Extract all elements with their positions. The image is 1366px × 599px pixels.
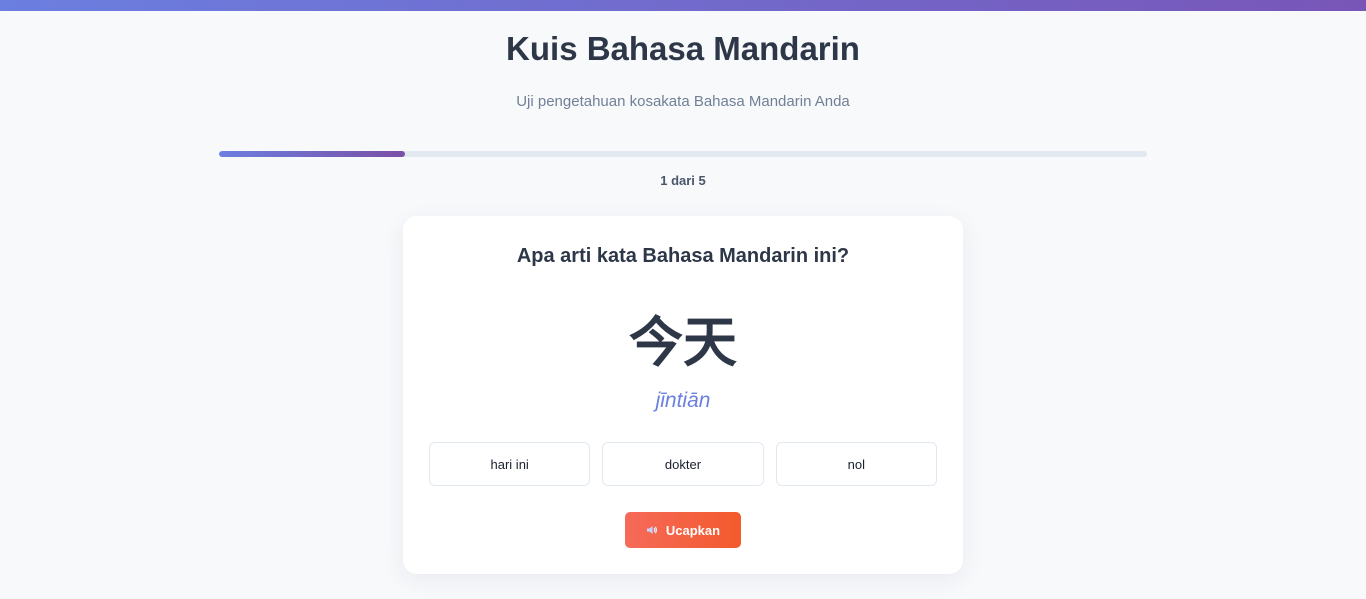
speak-button-label: Ucapkan	[665, 522, 721, 538]
progress-bar	[219, 151, 1147, 157]
answer-options: hari ini dokter nol	[429, 442, 937, 486]
pinyin-text: jīntiān	[655, 389, 711, 412]
answer-option[interactable]: hari ini	[429, 442, 591, 486]
speak-button[interactable]: Ucapkan	[625, 512, 741, 548]
page-subtitle: Uji pengetahuan kosakata Bahasa Mandarin…	[516, 93, 850, 110]
quiz-card: Apa arti kata Bahasa Mandarin ini? 今天 jī…	[403, 216, 963, 574]
progress-bar-fill	[219, 151, 405, 157]
question-text: Apa arti kata Bahasa Mandarin ini?	[516, 245, 850, 267]
hanzi-word: 今天	[629, 311, 737, 374]
progress-text: 1 dari 5	[660, 173, 706, 188]
page-title: Kuis Bahasa Mandarin	[506, 30, 860, 67]
answer-option[interactable]: dokter	[602, 442, 764, 486]
top-accent-bar	[0, 0, 1366, 11]
answer-option[interactable]: nol	[775, 442, 937, 486]
speaker-icon	[646, 524, 658, 536]
